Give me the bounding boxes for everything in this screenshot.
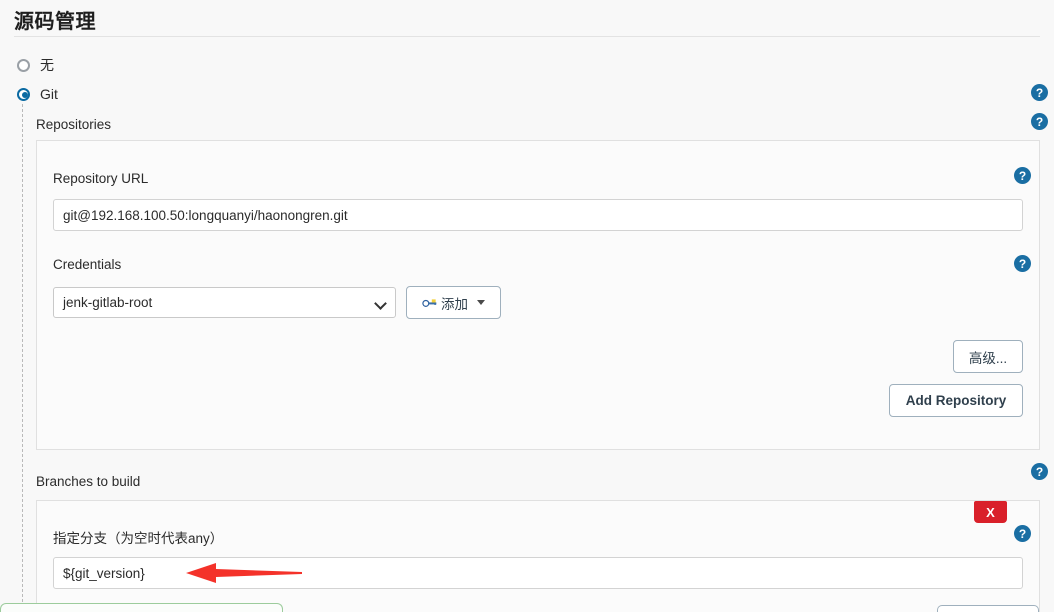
bottom-partial-button[interactable] — [937, 605, 1039, 612]
caret-down-icon — [477, 300, 485, 305]
branches-panel — [36, 500, 1040, 612]
branch-specifier-input[interactable]: ${git_version} — [53, 557, 1023, 589]
branch-specifier-label: 指定分支（为空时代表any） — [53, 531, 224, 546]
help-icon-git[interactable]: ? — [1031, 84, 1048, 101]
repository-url-label: Repository URL — [53, 171, 149, 186]
radio-git[interactable] — [17, 87, 30, 101]
delete-branch-button[interactable]: X — [974, 501, 1007, 523]
branches-to-build-label: Branches to build — [36, 474, 141, 489]
help-icon-branch-specifier[interactable]: ? — [1014, 525, 1031, 542]
radio-none[interactable] — [17, 58, 30, 72]
help-icon-repositories[interactable]: ? — [1031, 113, 1048, 130]
group-indent-line — [22, 104, 23, 612]
repository-url-input[interactable]: git@192.168.100.50:longquanyi/haonongren… — [53, 199, 1023, 231]
add-repository-button[interactable]: Add Repository — [889, 384, 1023, 417]
scm-option-none-label: 无 — [40, 57, 54, 73]
help-icon-repository-url[interactable]: ? — [1014, 167, 1031, 184]
scm-option-git[interactable]: Git — [17, 86, 58, 102]
advanced-button[interactable]: 高级... — [953, 340, 1023, 373]
repositories-label: Repositories — [36, 117, 112, 132]
credentials-selected-value: jenk-gitlab-root — [63, 295, 153, 310]
scm-option-none[interactable]: 无 — [17, 55, 54, 75]
scm-option-git-label: Git — [40, 86, 58, 102]
bottom-green-panel — [0, 603, 283, 612]
title-divider — [14, 36, 1040, 37]
credentials-label: Credentials — [53, 257, 122, 272]
credentials-select[interactable]: jenk-gitlab-root — [53, 287, 396, 318]
key-icon — [422, 299, 437, 307]
add-credentials-label: 添加 — [441, 296, 468, 312]
chevron-down-icon — [375, 297, 386, 308]
help-icon-branches[interactable]: ? — [1031, 463, 1048, 480]
scm-configuration-page: 源码管理 无 Git ? ? Repositories Repository U… — [0, 0, 1054, 612]
help-icon-credentials[interactable]: ? — [1014, 255, 1031, 272]
page-title: 源码管理 — [14, 11, 96, 33]
add-credentials-button[interactable]: 添加 — [406, 286, 501, 319]
